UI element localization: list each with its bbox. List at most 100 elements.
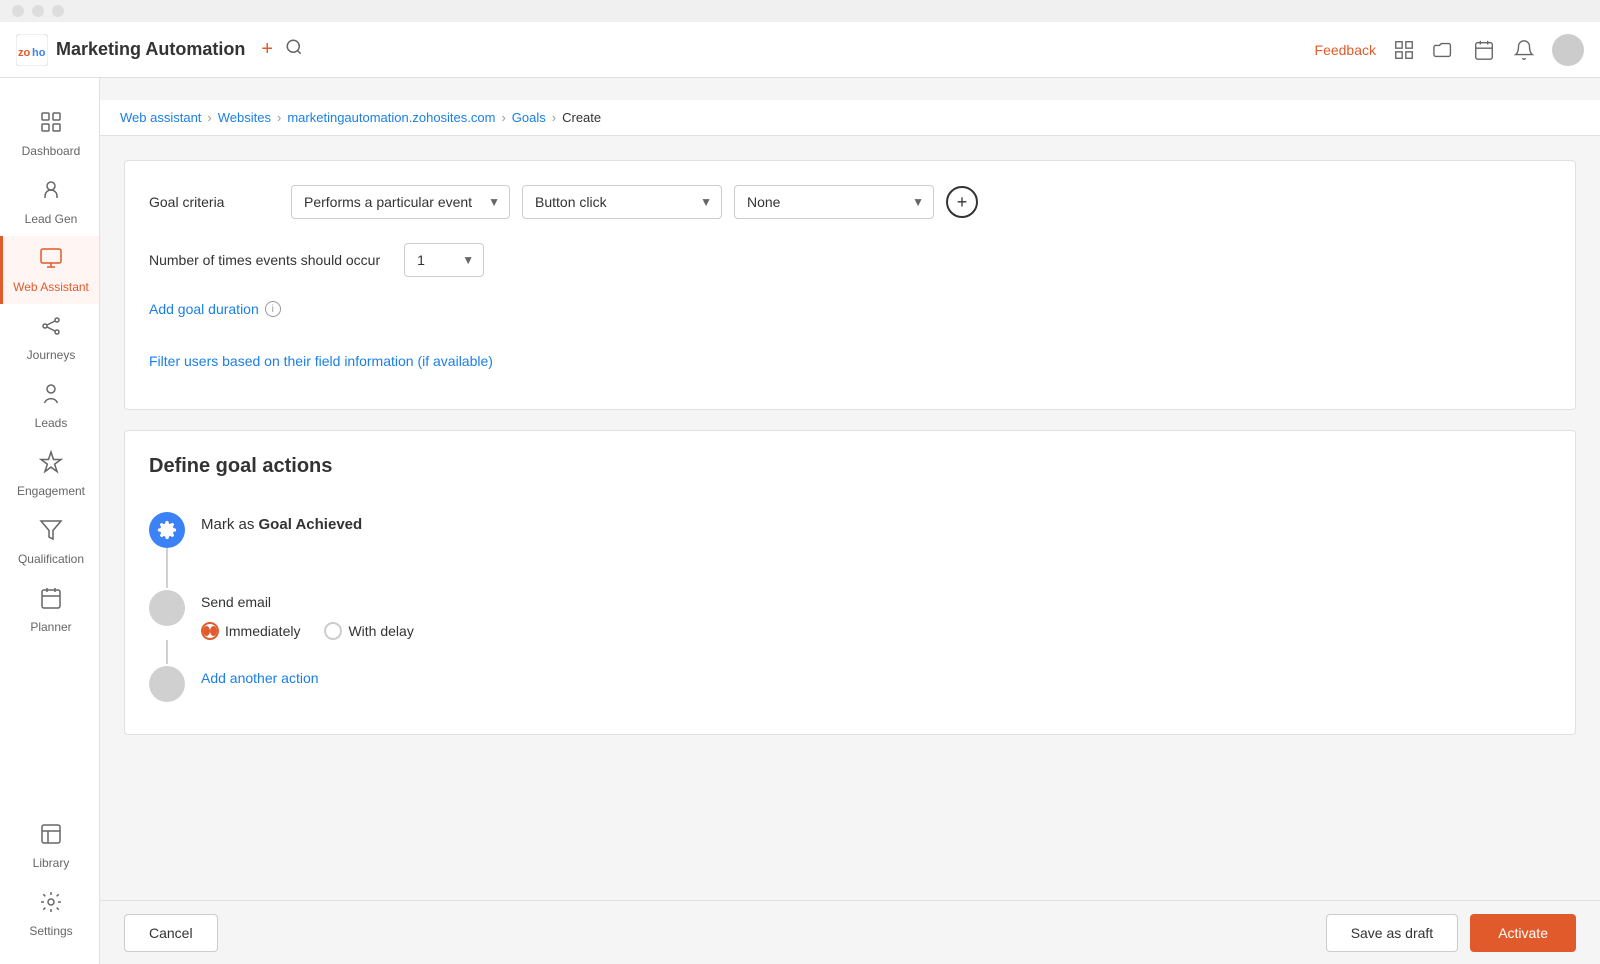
breadcrumb-goals[interactable]: Goals [512,110,546,125]
none-select-wrapper: None Option 1 Option 2 ▼ [734,185,934,219]
goal-criteria-row: Goal criteria Performs a particular even… [149,185,1551,219]
goal-achieved-content: Mark as Goal Achieved [201,510,1551,533]
footer-right: Save as draft Activate [1326,914,1576,952]
content-area: Goal criteria Performs a particular even… [100,136,1600,964]
window-dot-yellow[interactable] [32,5,44,17]
qualification-icon [39,518,63,548]
event-type-select[interactable]: Performs a particular event Visits a pag… [291,185,510,219]
add-button[interactable]: + [261,38,273,61]
filter-users-section: Filter users based on their field inform… [149,353,1551,385]
main-content: Web assistant › Websites › marketingauto… [100,100,1600,964]
breadcrumb-web-assistant[interactable]: Web assistant [120,110,201,125]
search-button[interactable] [285,38,303,61]
goal-actions-content: Mark as Goal Achieved [149,502,1551,710]
immediately-radio[interactable] [201,622,219,640]
breadcrumb-websites[interactable]: Websites [218,110,271,125]
goal-achieved-strong: Goal Achieved [259,516,363,533]
immediately-label: Immediately [225,623,300,639]
sidebar-item-planner[interactable]: Planner [0,576,99,644]
folder-icon[interactable] [1432,38,1456,62]
sidebar-item-dashboard[interactable]: Dashboard [0,100,99,168]
gear-icon [157,520,177,540]
event-select-wrapper: Performs a particular event Visits a pag… [291,185,510,219]
zoho-logo-icon: zo ho [16,34,48,66]
calendar-icon[interactable] [1472,38,1496,62]
occurrence-label: Number of times events should occur [149,252,380,268]
library-label: Library [33,856,70,870]
action-timeline: Mark as Goal Achieved [149,510,1551,702]
add-another-action-link[interactable]: Add another action [201,670,319,686]
settings-label: Settings [29,924,72,938]
breadcrumb-site[interactable]: marketingautomation.zohosites.com [287,110,495,125]
feedback-link[interactable]: Feedback [1315,42,1376,58]
duration-info-icon[interactable]: i [265,301,281,317]
library-icon [39,822,63,852]
occurrence-select[interactable]: 1 2 3 4 5 [404,243,484,277]
engagement-label: Engagement [17,484,85,498]
goal-achieved-dot [149,512,185,548]
journeys-label: Journeys [27,348,76,362]
with-delay-option[interactable]: With delay [324,622,413,640]
title-bar [0,0,1600,22]
sidebar-item-leads[interactable]: Leads [0,372,99,440]
with-delay-label: With delay [348,623,413,639]
footer-left: Cancel [124,914,218,952]
leads-label: Leads [35,416,68,430]
lead-gen-label: Lead Gen [25,212,78,226]
journeys-icon [39,314,63,344]
immediately-option[interactable]: Immediately [201,622,300,640]
bell-icon[interactable] [1512,38,1536,62]
send-email-label: Send email [201,594,1551,610]
goal-achieved-text: Mark as Goal Achieved [201,516,1551,533]
breadcrumb-sep-1: › [207,110,211,125]
cancel-button[interactable]: Cancel [124,914,218,952]
leads-icon [39,382,63,412]
web-assistant-icon [39,246,63,276]
button-click-select-wrapper: Button click Form submit Page scroll ▼ [522,185,722,219]
filter-users-link[interactable]: Filter users based on their field inform… [149,353,493,369]
timeline-connector-2 [166,640,168,664]
user-avatar[interactable] [1552,34,1584,66]
send-email-dot [149,590,185,626]
window-dot-green[interactable] [52,5,64,17]
send-timing-radio-group: Immediately With delay [201,622,1551,640]
activate-button[interactable]: Activate [1470,914,1576,952]
engagement-icon [39,450,63,480]
sidebar-item-web-assistant[interactable]: Web Assistant [0,236,99,304]
with-delay-radio[interactable] [324,622,342,640]
define-goal-actions-title: Define goal actions [149,455,1551,478]
breadcrumb: Web assistant › Websites › marketingauto… [100,100,1600,136]
list-icon[interactable] [1392,38,1416,62]
sidebar-item-library[interactable]: Library [0,812,99,880]
add-criteria-button[interactable]: + [946,186,978,218]
breadcrumb-sep-2: › [277,110,281,125]
svg-text:zo: zo [18,47,31,59]
send-email-content: Send email Immediately [201,588,1551,640]
sidebar-item-qualification[interactable]: Qualification [0,508,99,576]
sidebar-item-engagement[interactable]: Engagement [0,440,99,508]
window-dot-red[interactable] [12,5,24,17]
goal-duration-section: Add goal duration i [149,301,1551,333]
app-container: zo ho Marketing Automation + Feedback [0,0,1600,964]
app-title: Marketing Automation [56,39,245,60]
mark-as-text: Mark as [201,516,254,533]
sidebar: Dashboard Lead Gen Web Assistant Journey… [0,22,100,964]
navbar: zo ho Marketing Automation + Feedback [0,22,1600,78]
footer: Cancel Save as draft Activate [100,900,1600,964]
occurrence-row: Number of times events should occur 1 2 … [149,243,1551,277]
sidebar-item-journeys[interactable]: Journeys [0,304,99,372]
web-assistant-label: Web Assistant [13,280,89,294]
breadcrumb-sep-3: › [501,110,505,125]
button-click-select[interactable]: Button click Form submit Page scroll [522,185,722,219]
add-goal-duration-link[interactable]: Add goal duration i [149,301,281,317]
lead-gen-icon [39,178,63,208]
save-draft-button[interactable]: Save as draft [1326,914,1459,952]
goal-criteria-card: Goal criteria Performs a particular even… [124,160,1576,410]
sidebar-item-settings[interactable]: Settings [0,880,99,948]
goal-criteria-label: Goal criteria [149,194,279,210]
none-select[interactable]: None Option 1 Option 2 [734,185,934,219]
logo-area: zo ho Marketing Automation [16,34,245,66]
breadcrumb-create: Create [562,110,601,125]
sidebar-item-lead-gen[interactable]: Lead Gen [0,168,99,236]
dashboard-label: Dashboard [22,144,81,158]
